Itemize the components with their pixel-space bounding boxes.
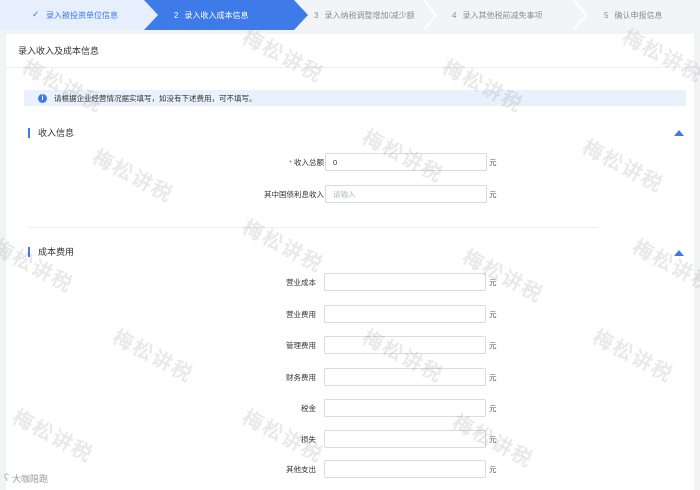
income-total-input[interactable] [325,153,487,171]
income-section-title: 收入信息 [28,128,74,138]
brand-mark: ʕ 大咖陪跑 [4,472,48,485]
step-arrow [144,0,158,30]
unit-label: 元 [489,404,497,413]
check-icon: ✓ [32,9,40,19]
unit-label: 元 [489,373,497,382]
income-total-label: * 收入总额 [289,158,324,167]
unit-label: 元 [489,465,497,474]
operating-cost-row: 营业成本 元 [6,273,694,291]
loss-label: 损失 [301,435,316,444]
panel-title: 录入收入及成本信息 [6,34,694,68]
step-4-label: 录入其他税前减免事项 [462,10,543,20]
step-2-label: 录入收入成本信息 [184,10,249,20]
step-5-label: 确认申报信息 [614,10,663,20]
step-5-num: 5 [604,10,609,20]
brand-logo-icon: ʕ [4,473,9,484]
step-3-label: 录入纳税调整增加/减少额 [324,10,415,20]
other-expense-input[interactable] [324,460,486,478]
finance-expense-row: 财务费用 元 [6,368,694,386]
unit-label: 元 [489,310,497,319]
other-expense-label: 其他支出 [286,465,316,474]
loss-row: 损失 元 [6,430,694,448]
operating-cost-label: 营业成本 [286,278,316,287]
income-total-row: *收入总额 元 [6,153,694,171]
step-arrow [294,0,308,30]
step-2[interactable]: 2 录入收入成本信息 [144,0,308,30]
bond-interest-label: 其中国债利息收入 [264,190,324,199]
cost-section-title: 成本费用 [28,247,74,257]
operating-expense-input[interactable] [324,305,486,323]
tax-row: 税金 元 [6,399,694,417]
bond-interest-input[interactable] [325,185,487,203]
admin-expense-label: 管理费用 [286,341,316,350]
admin-expense-row: 管理费用 元 [6,336,694,354]
tax-input[interactable] [324,399,486,417]
notice-banner: i 请根据企业经营情况据实填写，如没有下述费用，可不填写。 [24,90,686,106]
info-icon: i [38,93,47,103]
finance-expense-label: 财务费用 [286,373,316,382]
admin-expense-input[interactable] [324,336,486,354]
step-4[interactable]: 4 录入其他税前减免事项 [428,0,588,30]
step-3-num: 3 [314,10,319,20]
step-separator [573,0,588,30]
operating-expense-row: 营业费用 元 [6,305,694,323]
step-2-num: 2 [174,10,179,20]
finance-expense-input[interactable] [324,368,486,386]
collapse-up-icon[interactable] [674,250,684,256]
step-1-label: 录入被投资单位信息 [46,10,118,20]
notice-text: 请根据企业经营情况据实填写，如没有下述费用，可不填写。 [54,93,257,103]
loss-input[interactable] [324,430,486,448]
unit-label: 元 [489,278,497,287]
other-expense-row: 其他支出 元 [6,460,694,478]
step-separator [423,0,438,30]
unit-label: 元 [489,341,497,350]
operating-expense-label: 营业费用 [286,310,316,319]
collapse-up-icon[interactable] [674,130,684,136]
tax-label: 税金 [301,404,316,413]
unit-label: 元 [489,158,497,167]
brand-text: 大咖陪跑 [12,474,49,484]
step-5[interactable]: 5 确认申报信息 [578,0,700,30]
unit-label: 元 [489,190,497,199]
bond-interest-row: 其中国债利息收入 元 [6,185,694,203]
step-1[interactable]: ✓ 录入被投资单位信息 [0,0,158,30]
step-3[interactable]: 3 录入纳税调整增加/减少额 [294,0,438,30]
operating-cost-input[interactable] [324,273,486,291]
unit-label: 元 [489,435,497,444]
section-divider [28,227,598,228]
step-4-num: 4 [452,10,457,20]
steps-bar: ✓ 录入被投资单位信息 2 录入收入成本信息 3 录入纳税调整增加/减少额 4 … [0,0,700,30]
main-panel: 录入收入及成本信息 i 请根据企业经营情况据实填写，如没有下述费用，可不填写。 … [6,34,694,490]
